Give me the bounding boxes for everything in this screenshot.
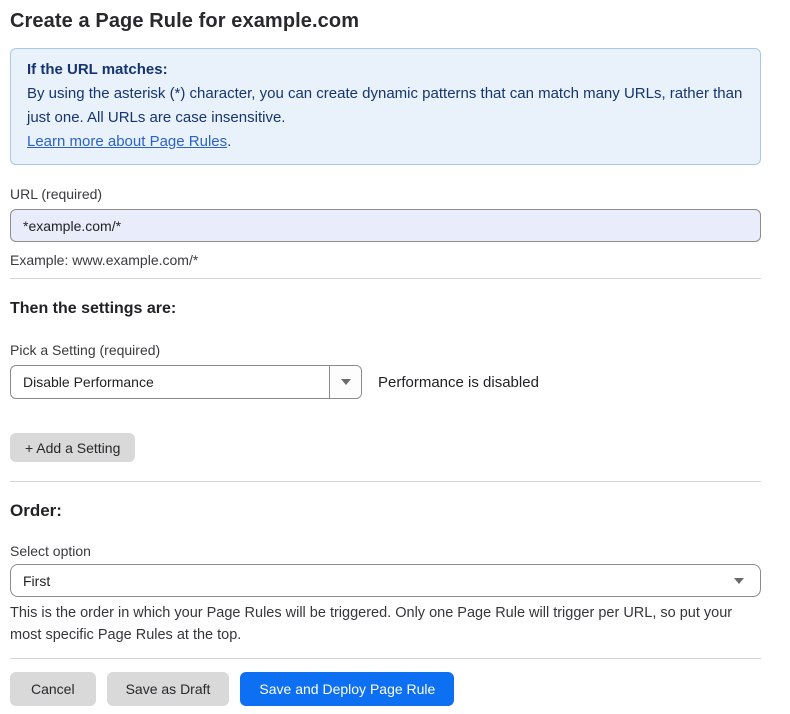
order-section-heading: Order: [10, 501, 761, 521]
chevron-down-icon [734, 578, 744, 584]
setting-row: Disable Performance Performance is disab… [10, 365, 761, 399]
order-help-text: This is the order in which your Page Rul… [10, 602, 761, 646]
setting-status-text: Performance is disabled [378, 374, 539, 391]
url-field-label: URL (required) [10, 186, 761, 202]
info-box-heading: If the URL matches: [27, 58, 744, 82]
settings-section-heading: Then the settings are: [10, 300, 761, 318]
save-and-deploy-button[interactable]: Save and Deploy Page Rule [240, 672, 454, 706]
setting-select[interactable]: Disable Performance [10, 365, 362, 399]
footer-actions: Cancel Save as Draft Save and Deploy Pag… [10, 672, 761, 706]
learn-more-link[interactable]: Learn more about Page Rules [27, 133, 227, 150]
setting-select-label: Pick a Setting (required) [10, 342, 761, 358]
url-match-info-box: If the URL matches: By using the asteris… [10, 48, 761, 165]
chevron-down-icon [341, 379, 351, 385]
url-example-text: Example: www.example.com/* [10, 252, 761, 268]
url-input[interactable] [10, 209, 761, 242]
info-box-body: By using the asterisk (*) character, you… [27, 82, 744, 154]
add-setting-button[interactable]: + Add a Setting [10, 433, 135, 462]
setting-select-value: Disable Performance [11, 366, 329, 398]
order-select-label: Select option [10, 543, 761, 559]
divider [10, 481, 761, 482]
divider [10, 658, 761, 659]
setting-select-arrow-button[interactable] [329, 366, 361, 398]
order-select[interactable]: First [10, 564, 761, 597]
link-period: . [227, 133, 231, 150]
order-select-value: First [23, 573, 50, 589]
save-as-draft-button[interactable]: Save as Draft [107, 672, 230, 706]
divider [10, 278, 761, 279]
info-box-body-text: By using the asterisk (*) character, you… [27, 85, 742, 126]
page-title: Create a Page Rule for example.com [10, 10, 761, 33]
cancel-button[interactable]: Cancel [10, 672, 96, 706]
page-rule-form: Create a Page Rule for example.com If th… [0, 0, 761, 706]
